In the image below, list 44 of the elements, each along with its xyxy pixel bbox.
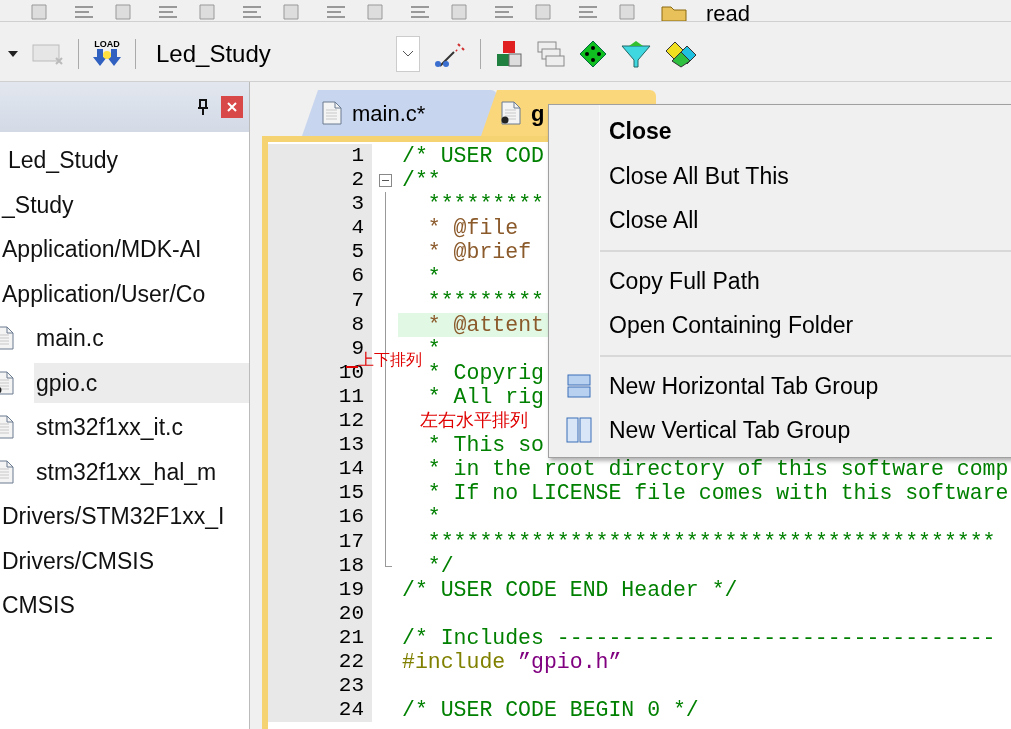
code-line: /* Includes ---------------------------------- xyxy=(402,625,996,650)
line-number: 6 xyxy=(268,264,372,289)
code-line: /* USER CODE BEGIN 0 */ xyxy=(402,698,699,723)
line-number: 16 xyxy=(268,505,372,530)
line-number: 17 xyxy=(268,529,372,554)
code-line: * @file xyxy=(427,216,519,241)
code-line: /** xyxy=(402,168,441,193)
code-line: * in the root directory of this software comp xyxy=(427,457,1009,482)
code-line: */ xyxy=(427,553,454,578)
code-line: * All rig xyxy=(427,385,544,409)
line-number: 4 xyxy=(268,216,372,241)
code-line: #include ”gpio.h” xyxy=(402,650,622,674)
code-line: * @attent xyxy=(427,312,544,337)
code-line: /* USER COD xyxy=(402,144,544,169)
line-number: 2 xyxy=(268,168,372,193)
code-line: /* USER CODE END Header */ xyxy=(402,577,738,602)
line-number: 14 xyxy=(268,457,372,482)
line-number: 23 xyxy=(268,674,372,699)
line-number: 11 xyxy=(268,384,372,410)
line-number: 18 xyxy=(268,553,372,578)
line-number: 21 xyxy=(268,625,372,650)
line-number: 12 xyxy=(268,409,372,434)
line-number: 22 xyxy=(268,649,372,675)
code-line: ********* xyxy=(427,288,544,313)
line-number: 3 xyxy=(268,192,372,217)
code-line: ********* xyxy=(427,192,544,217)
line-number: 5 xyxy=(268,240,372,265)
line-number: 20 xyxy=(268,601,372,626)
code-line: * If no LICENSE file comes with this software xyxy=(427,481,1009,506)
code-line: * @brief xyxy=(427,240,532,265)
line-number: 19 xyxy=(268,577,372,602)
code-line: * xyxy=(427,336,441,361)
code-line: ******************************************** xyxy=(427,529,996,554)
line-number: 7 xyxy=(268,288,372,313)
line-number: 1 xyxy=(268,144,372,169)
line-number: 8 xyxy=(268,312,372,337)
code-line: * Copyrig xyxy=(427,360,544,385)
code-line: * xyxy=(427,505,441,530)
code-line: * xyxy=(427,264,441,289)
code-line: * This so xyxy=(427,433,544,458)
annotation: 左右水平排列 xyxy=(420,409,528,431)
line-number: 24 xyxy=(268,698,372,723)
line-number: 13 xyxy=(268,433,372,458)
line-number: 15 xyxy=(268,481,372,506)
